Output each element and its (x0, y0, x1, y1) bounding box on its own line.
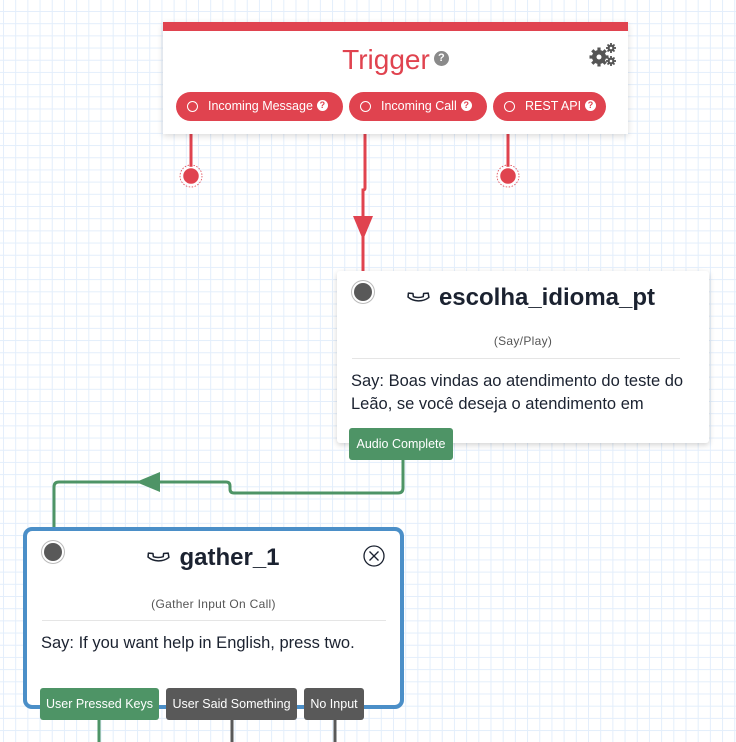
divider (352, 358, 680, 359)
phone-icon (147, 552, 171, 562)
question-circle-icon[interactable]: ? (585, 100, 597, 112)
radio-circle-icon (187, 101, 198, 112)
trigger-title: Trigger? (163, 44, 628, 76)
wire-audio-complete-to-gather[interactable] (52, 458, 405, 528)
wire-arrow-red (353, 216, 373, 240)
question-circle-icon[interactable]: ? (460, 100, 472, 112)
gears-icon[interactable] (589, 42, 617, 68)
output-label: REST API (525, 99, 582, 113)
node-type: (Say/Play) (493, 334, 553, 348)
trigger-output-rest-api[interactable]: REST API? (493, 92, 606, 121)
port-rest-api-ring (496, 164, 520, 188)
output-user-said-something[interactable]: User Said Something (166, 688, 297, 720)
close-circle-icon[interactable] (363, 545, 385, 567)
widget-node-escolha-idioma-pt[interactable]: escolha_idioma_pt (Say/Play) Say: Boas v… (337, 271, 709, 443)
node-body-text: Say: If you want help in English, press … (41, 634, 355, 652)
port-incoming-message-handle[interactable] (181, 166, 201, 186)
node-title: gather_1 (27, 544, 400, 572)
phone-icon (407, 292, 430, 302)
output-audio-complete[interactable]: Audio Complete (349, 428, 453, 460)
radio-circle-icon (504, 101, 515, 112)
question-circle-icon[interactable]: ? (433, 51, 449, 67)
trigger-title-text: Trigger (342, 44, 430, 75)
output-label: Incoming Message (208, 99, 313, 113)
trigger-output-incoming-call[interactable]: Incoming Call? (349, 92, 487, 121)
node-name: gather_1 (179, 544, 280, 571)
trigger-output-incoming-message[interactable]: Incoming Message? (176, 92, 343, 121)
wire-arrow-green (136, 472, 160, 492)
output-user-pressed-keys[interactable]: User Pressed Keys (40, 688, 159, 720)
output-no-input[interactable]: No Input (304, 688, 364, 720)
port-incoming-message-ring (179, 164, 203, 188)
trigger-node[interactable]: Trigger? Incoming Message? Incoming Call… (163, 22, 628, 134)
radio-circle-icon (360, 101, 371, 112)
node-type: (Gather Input On Call) (151, 597, 276, 611)
widget-node-gather-1[interactable]: gather_1 (Gather Input On Call) Say: If … (23, 527, 404, 709)
divider (42, 620, 386, 621)
node-title: escolha_idioma_pt (337, 284, 709, 312)
node-body-text: Say: Boas vindas ao atendimento do teste… (351, 372, 684, 413)
output-label: Incoming Call (381, 99, 457, 113)
wire-incoming-call-to-escolha[interactable] (361, 121, 367, 271)
node-name: escolha_idioma_pt (438, 284, 656, 311)
port-rest-api-handle[interactable] (498, 166, 518, 186)
question-circle-icon[interactable]: ? (316, 100, 328, 112)
